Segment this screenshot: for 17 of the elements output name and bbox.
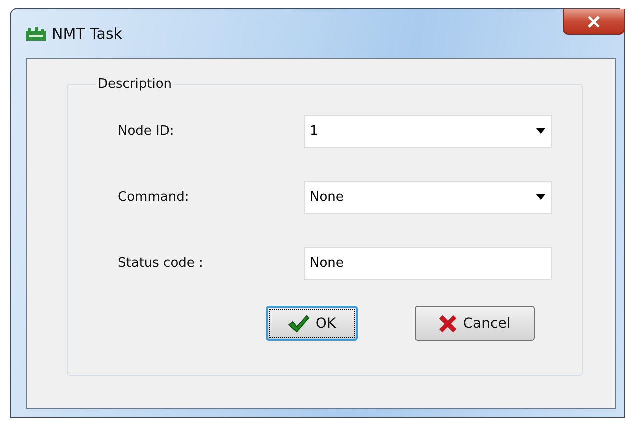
group-title: Description: [97, 77, 174, 92]
close-button[interactable]: [563, 9, 625, 35]
field-label: Command:: [118, 190, 190, 204]
dropdown-field[interactable]: None: [304, 180, 552, 214]
dropdown-field[interactable]: 1: [304, 114, 552, 148]
x-mark-icon: [439, 314, 458, 332]
checkmark-icon: [288, 314, 310, 332]
app-icon: [26, 26, 46, 40]
caret-icon: [536, 194, 546, 200]
cancel-button[interactable]: Cancel: [415, 306, 535, 341]
field-label: Status code :: [118, 256, 204, 270]
input-field[interactable]: None: [304, 246, 552, 280]
field-label: Node ID:: [118, 124, 176, 138]
window-title: NMT Task: [52, 24, 122, 42]
caret-icon: [536, 128, 546, 134]
ok-button[interactable]: OK: [266, 306, 358, 341]
close-icon: [587, 16, 601, 28]
